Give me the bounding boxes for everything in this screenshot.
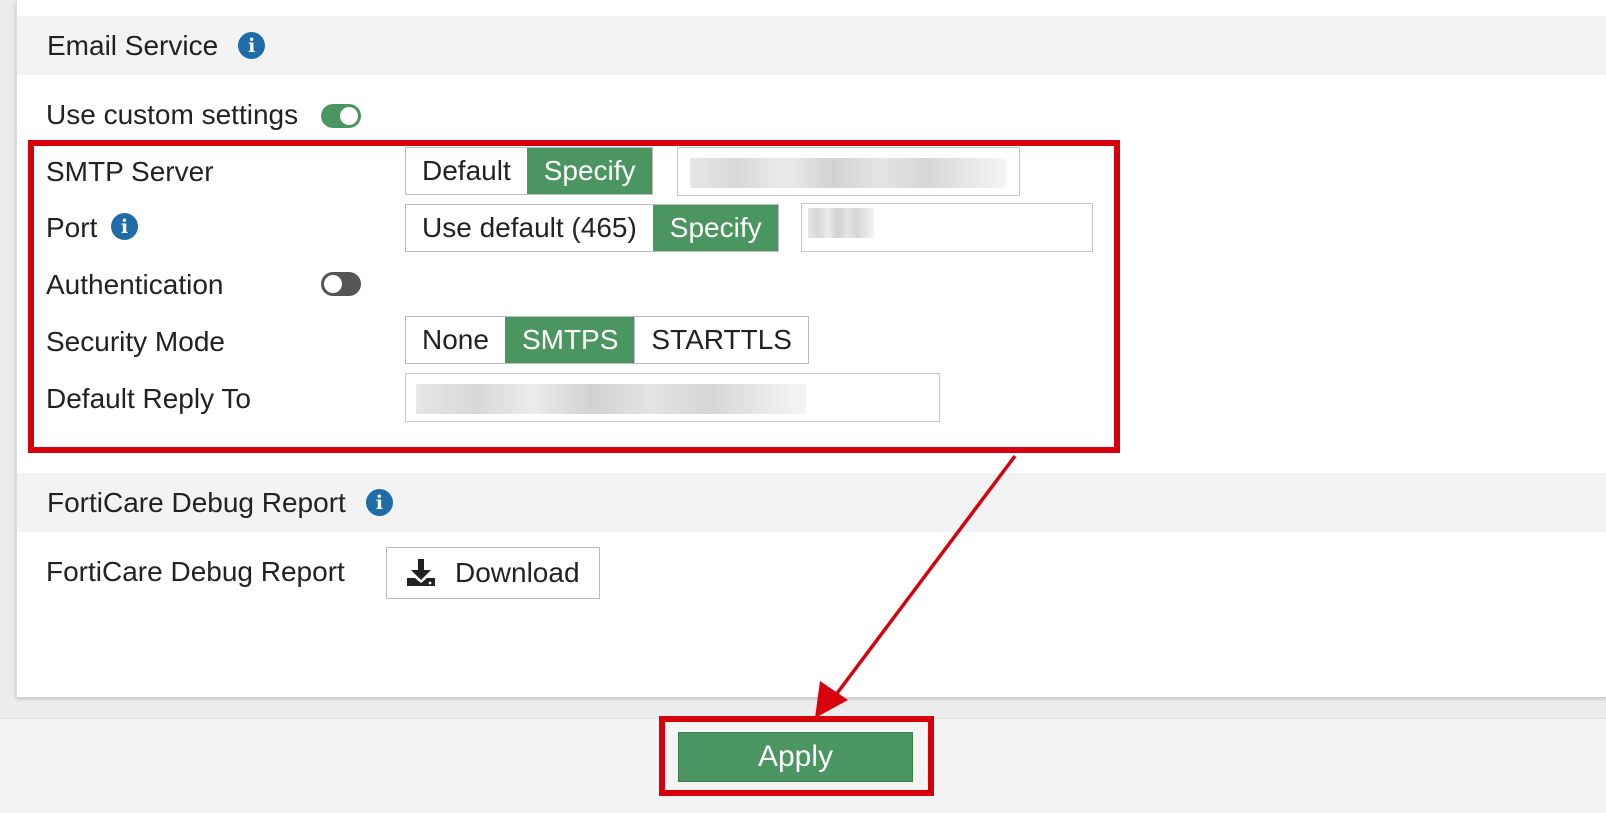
download-button[interactable]: Download — [386, 547, 600, 599]
toggle-knob — [340, 107, 358, 125]
download-label: Download — [455, 557, 580, 588]
annotation-highlight-box — [28, 140, 1120, 453]
section-title-email-service: Email Service — [47, 29, 219, 61]
forticare-header: FortiCare Debug Report i — [17, 473, 1606, 532]
apply-button[interactable]: Apply — [678, 732, 913, 782]
email-service-header: Email Service i — [17, 16, 1606, 75]
info-icon[interactable]: i — [365, 489, 393, 516]
use-custom-settings-label: Use custom settings — [46, 99, 299, 130]
info-icon[interactable]: i — [238, 32, 266, 59]
forticare-debug-report-label: FortiCare Debug Report — [46, 556, 345, 587]
section-title-forticare: FortiCare Debug Report — [47, 486, 346, 518]
download-icon — [407, 559, 435, 586]
use-custom-settings-toggle[interactable] — [321, 104, 361, 128]
